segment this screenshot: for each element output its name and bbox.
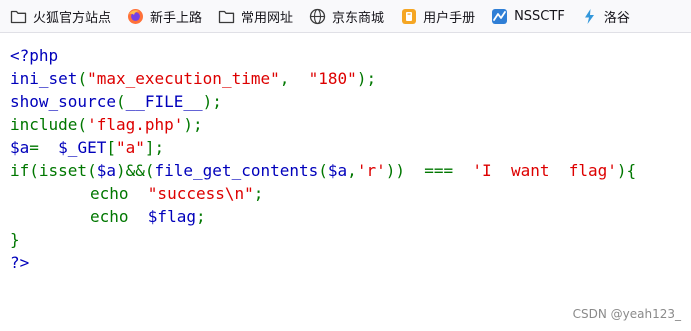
code-line: include('flag.php'); [10,115,203,134]
code-line: show_source(__FILE__); [10,92,222,111]
code-line: <?php [10,46,59,65]
globe-icon [309,8,326,25]
code-line: ini_set("max_execution_time", "180"); [10,69,377,88]
code-line: $a= $_GET["a"]; [10,138,165,157]
php-source-code: <?php ini_set("max_execution_time", "180"… [10,44,636,274]
bookmark-luogu[interactable]: 洛谷 [575,3,636,29]
code-line: echo $flag; [90,207,206,226]
bookmark-getting-started[interactable]: 新手上路 [121,3,208,29]
bookmark-label: NSSCTF [514,8,565,24]
bookmark-label: 用户手册 [423,10,476,26]
bookmarks-toolbar: 火狐官方站点 新手上路 常用网址 京东商城 用户手册 NSSCTF 洛谷 [0,0,691,33]
code-line: if(isset($a)&&(file_get_contents($a,'r')… [10,161,637,180]
firefox-icon [127,8,144,25]
code-line: } [10,230,20,249]
nssctf-icon [491,8,508,25]
code-line: ?> [10,253,30,272]
bookmark-label: 京东商城 [332,10,385,26]
manual-icon [400,8,417,25]
bookmark-label: 火狐官方站点 [33,10,112,26]
folder-icon [10,8,27,25]
bookmark-label: 新手上路 [150,10,203,26]
folder-icon [218,8,235,25]
bookmark-firefox-official[interactable]: 火狐官方站点 [4,3,117,29]
bookmark-nssctf[interactable]: NSSCTF [485,3,571,29]
code-line: echo "success\n"; [90,184,264,203]
bookmark-common-sites[interactable]: 常用网址 [212,3,299,29]
bookmark-label: 常用网址 [241,10,294,26]
bolt-icon [581,8,598,25]
bookmark-jd-mall[interactable]: 京东商城 [303,3,390,29]
bookmark-user-manual[interactable]: 用户手册 [394,3,481,29]
csdn-watermark: CSDN @yeah123_ [572,307,681,321]
bookmark-label: 洛谷 [603,10,630,26]
